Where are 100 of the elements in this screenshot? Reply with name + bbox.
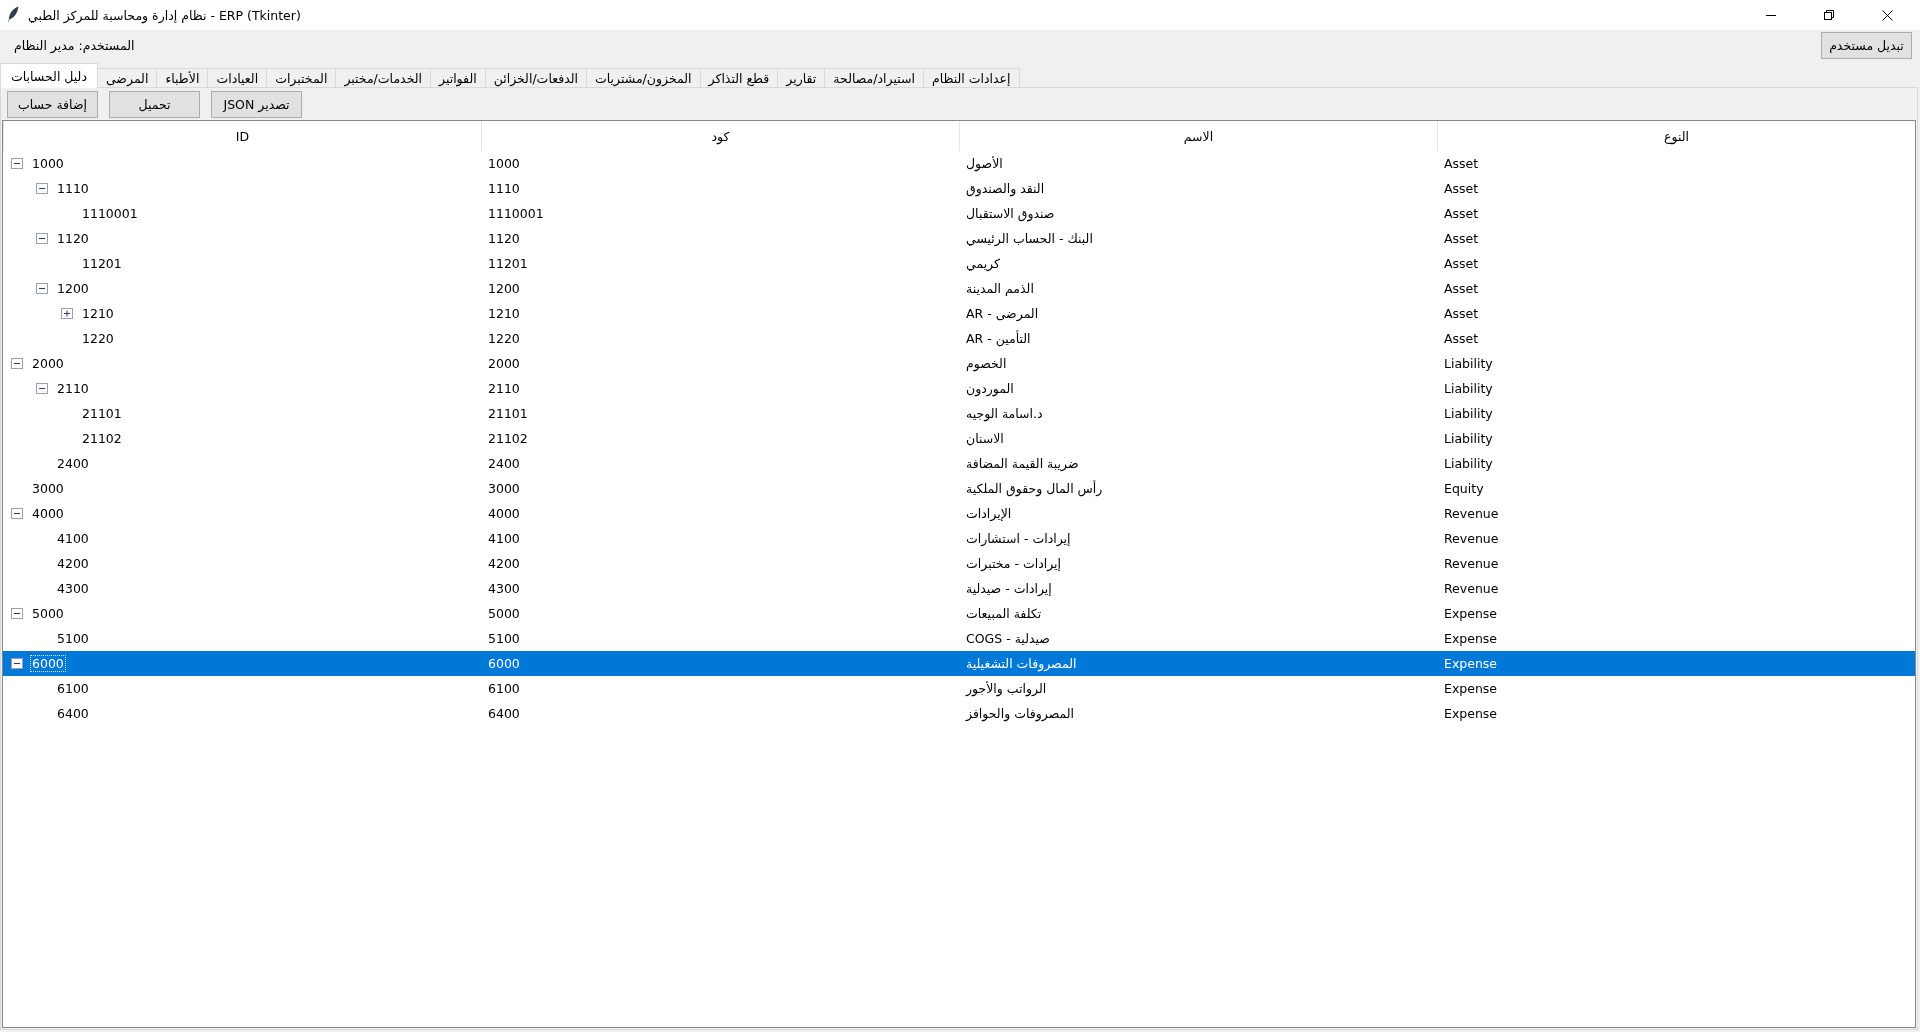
account-id: 5000: [31, 606, 65, 621]
account-type: Asset: [1443, 306, 1480, 321]
account-name: المصروفات والحوافز: [965, 706, 1075, 721]
tab[interactable]: قطع التذاكر: [699, 68, 779, 88]
account-id: 4300: [56, 581, 90, 596]
minus-box-icon[interactable]: [36, 233, 48, 244]
plus-box-icon[interactable]: [61, 308, 73, 319]
minus-box-icon[interactable]: [36, 283, 48, 294]
account-name: الموردون: [965, 381, 1015, 396]
minus-box-icon[interactable]: [36, 383, 48, 394]
account-id: 1000: [31, 156, 65, 171]
account-type: Expense: [1443, 656, 1499, 671]
account-name: إيرادات - استشارات: [965, 531, 1072, 546]
account-type: Liability: [1443, 406, 1494, 421]
account-id: 1200: [56, 281, 90, 296]
tab[interactable]: العيادات: [207, 68, 268, 88]
account-code: 1120: [487, 231, 521, 246]
account-id: 21102: [81, 431, 123, 446]
tab[interactable]: استيراد/مصالحة: [824, 68, 924, 88]
account-id: 2110: [56, 381, 90, 396]
load-button[interactable]: تحميل: [109, 91, 200, 118]
account-type: Revenue: [1443, 581, 1500, 596]
account-type: Equity: [1443, 481, 1485, 496]
account-id: 21101: [81, 406, 123, 421]
account-name: COGS - صيدلية: [965, 631, 1051, 646]
account-type: Expense: [1443, 606, 1499, 621]
account-code: 4200: [487, 556, 521, 571]
account-type: Asset: [1443, 206, 1480, 221]
account-type: Asset: [1443, 231, 1480, 246]
account-code: 1110001: [487, 206, 545, 221]
account-code: 2000: [487, 356, 521, 371]
account-name: AR - المرضى: [965, 306, 1040, 321]
close-icon: [1881, 9, 1893, 21]
account-code: 2110: [487, 381, 521, 396]
account-name: الذمم المدينة: [965, 281, 1035, 296]
account-code: 5000: [487, 606, 521, 621]
tab[interactable]: تقارير: [777, 68, 826, 88]
account-code: 11201: [487, 256, 529, 271]
account-code: 21101: [487, 406, 529, 421]
account-id: 2000: [31, 356, 65, 371]
account-code: 6000: [487, 656, 521, 671]
account-id: 1110: [56, 181, 90, 196]
export-json-button[interactable]: JSON تصدير: [211, 91, 302, 118]
minus-box-icon[interactable]: [11, 508, 23, 519]
tab[interactable]: الأطباء: [156, 68, 209, 88]
account-id: 5100: [56, 631, 90, 646]
account-code: 3000: [487, 481, 521, 496]
tab[interactable]: دليل الحسابات: [0, 63, 98, 88]
feather-icon: [7, 6, 19, 24]
account-type: Asset: [1443, 181, 1480, 196]
account-name: صندوق الاستقبال: [965, 206, 1056, 221]
window-title: نظام إدارة ومحاسبة للمركز الطبي - ERP (Tkinter): [28, 7, 301, 23]
switch-user-button[interactable]: تبديل مستخدم: [1821, 31, 1912, 59]
account-name: ضريبة القيمة المضافة: [965, 456, 1080, 471]
add-account-button[interactable]: إضافة حساب: [7, 91, 98, 118]
account-type: Liability: [1443, 431, 1494, 446]
account-type: Asset: [1443, 281, 1480, 296]
account-name: النقد والصندوق: [965, 181, 1046, 196]
account-id: 2400: [56, 456, 90, 471]
minus-box-icon[interactable]: [36, 183, 48, 194]
account-name: الرواتب والأجور: [965, 681, 1048, 696]
account-code: 21102: [487, 431, 529, 446]
account-id: 1120: [56, 231, 90, 246]
tab[interactable]: المرضى: [96, 68, 158, 88]
account-code: 4000: [487, 506, 521, 521]
account-type: Asset: [1443, 256, 1480, 271]
account-id: 6400: [56, 706, 90, 721]
account-name: إيرادات - مختبرات: [965, 556, 1063, 571]
tab[interactable]: المختبرات: [266, 68, 337, 88]
account-code: 6400: [487, 706, 521, 721]
tab[interactable]: الخدمات/مختبر: [335, 68, 431, 88]
tab[interactable]: إعدادات النظام: [922, 68, 1020, 88]
account-type: Expense: [1443, 681, 1499, 696]
minimize-icon: [1766, 14, 1776, 16]
account-code: 1220: [487, 331, 521, 346]
account-type: Revenue: [1443, 531, 1500, 546]
account-name: الأصول: [965, 156, 1004, 171]
account-id: 1110001: [81, 206, 139, 221]
minus-box-icon[interactable]: [11, 608, 23, 619]
account-type: Liability: [1443, 456, 1494, 471]
account-type: Revenue: [1443, 556, 1500, 571]
account-id: 3000: [31, 481, 65, 496]
tab[interactable]: المخزون/مشتريات: [586, 68, 701, 88]
tab[interactable]: الفواتير: [430, 68, 486, 88]
account-id: 11201: [81, 256, 123, 271]
account-name: إيرادات - صيدلية: [965, 581, 1053, 596]
account-id: 4200: [56, 556, 90, 571]
account-id: 4000: [31, 506, 65, 521]
minus-box-icon[interactable]: [11, 158, 23, 169]
account-code: 2400: [487, 456, 521, 471]
account-id: 6100: [56, 681, 90, 696]
minus-box-icon[interactable]: [11, 358, 23, 369]
account-name: البنك - الحساب الرئيسي: [965, 231, 1094, 246]
account-type: Liability: [1443, 381, 1494, 396]
account-code: 4300: [487, 581, 521, 596]
account-type: Asset: [1443, 156, 1480, 171]
account-code: 6100: [487, 681, 521, 696]
tab[interactable]: الدفعات/الخزائن: [484, 68, 588, 88]
minus-box-icon[interactable]: [11, 658, 23, 669]
account-name: كريمي: [965, 256, 1001, 271]
